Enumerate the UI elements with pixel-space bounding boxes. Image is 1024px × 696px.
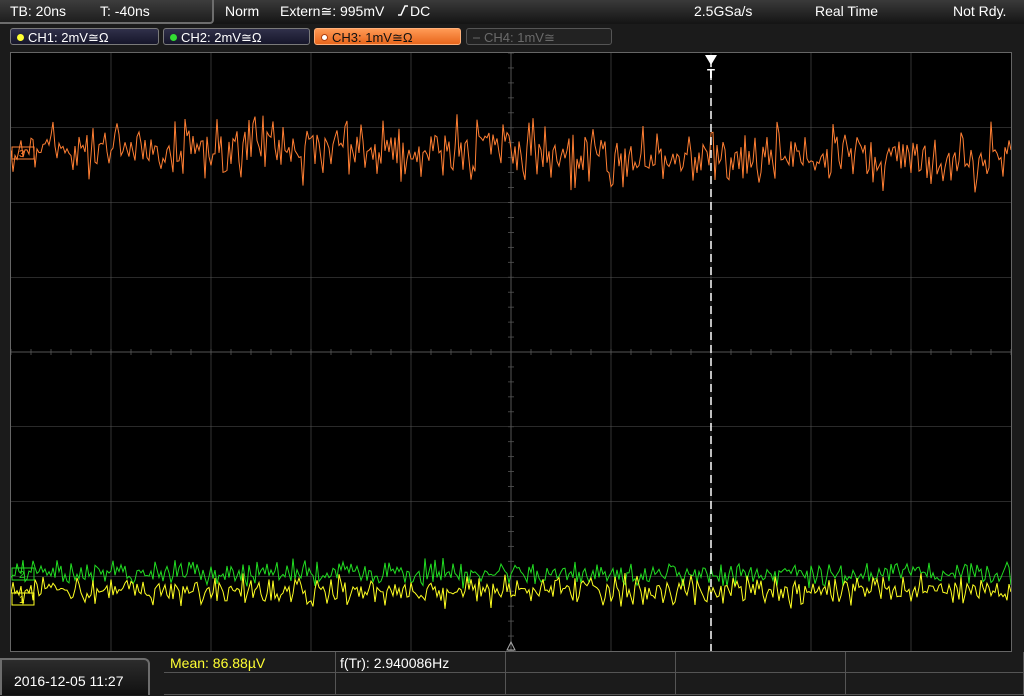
waveform-canvas[interactable]: T 3 2 1 [11, 53, 1011, 651]
meas-cell[interactable] [164, 673, 336, 695]
channel-ch4-button[interactable]: CH4: 1mV≅ [466, 28, 612, 45]
measurement-panel[interactable]: Mean: 86.88µV f(Tr): 2.940086Hz [164, 652, 1024, 695]
trigger-position-icon [705, 55, 717, 65]
channel-ch1-label: CH1: 2mV≅Ω [28, 30, 109, 45]
trigger-marker-label: T [707, 66, 715, 81]
meas-cell[interactable] [846, 652, 1024, 673]
channel-ch3-label: CH3: 1mV≅Ω [332, 30, 413, 45]
meas-cell[interactable] [846, 673, 1024, 695]
acquisition-state: Not Rdy. [953, 3, 1007, 19]
ch3-level-marker-label: 3 [19, 149, 25, 160]
measure-frequency[interactable]: f(Tr): 2.940086Hz [340, 655, 449, 671]
ch1-indicator-icon [17, 34, 24, 42]
waveform-display[interactable]: T 3 2 1 [10, 52, 1012, 652]
sample-rate[interactable]: 2.5GSa/s [694, 4, 752, 19]
trigger-coupling[interactable]: DC [410, 4, 430, 19]
meas-cell[interactable] [676, 652, 846, 673]
datetime: 2016-12-05 11:27 [14, 673, 124, 689]
channel-ch1-button[interactable]: CH1: 2mV≅Ω [10, 28, 159, 45]
ch2-level-marker-label: 2 [19, 570, 25, 581]
channel-tabs: CH1: 2mV≅Ω CH2: 2mV≅Ω CH3: 1mV≅Ω CH4: 1m… [0, 26, 1024, 48]
channel-ch2-button[interactable]: CH2: 2mV≅Ω [163, 28, 310, 45]
meas-cell[interactable] [676, 673, 846, 695]
ch3-indicator-icon [321, 34, 328, 42]
ch2-indicator-icon [170, 34, 177, 42]
channel-ch3-button[interactable]: CH3: 1mV≅Ω [314, 28, 461, 45]
rising-edge-icon [397, 4, 409, 20]
timebase-readout[interactable]: TB: 20ns [10, 4, 66, 19]
footer-bar: 2016-12-05 11:27 Mean: 86.88µV f(Tr): 2.… [0, 652, 1024, 695]
datetime-box: 2016-12-05 11:27 [0, 658, 150, 695]
meas-cell[interactable] [506, 673, 676, 695]
acquisition-mode[interactable]: Real Time [815, 4, 878, 19]
meas-cell[interactable] [506, 652, 676, 673]
channel-ch4-label: CH4: 1mV≅ [484, 30, 555, 45]
trigger-time-readout[interactable]: T: -40ns [100, 4, 150, 19]
meas-cell[interactable] [336, 673, 506, 695]
measure-mean[interactable]: Mean: 86.88µV [170, 655, 265, 671]
status-bar: TB: 20ns T: -40ns Norm Extern≅: 995mV DC… [0, 0, 1024, 24]
timebase-box[interactable]: TB: 20ns T: -40ns [0, 0, 214, 24]
trigger-source[interactable]: Extern≅: 995mV [280, 4, 384, 19]
ch4-off-icon [473, 36, 480, 39]
channel-ch2-label: CH2: 2mV≅Ω [181, 30, 262, 45]
ch1-level-marker-label: 1 [19, 595, 25, 606]
trigger-mode[interactable]: Norm [225, 4, 259, 19]
